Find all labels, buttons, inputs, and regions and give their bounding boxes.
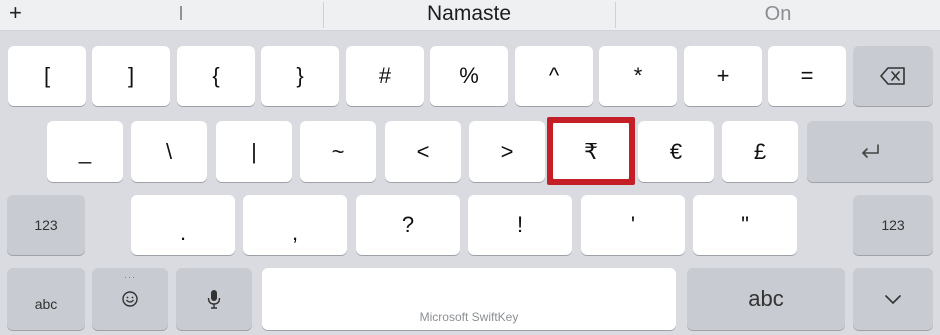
key-backslash[interactable]: \ [131,121,207,182]
microphone-key[interactable] [176,268,252,330]
key-open-brace[interactable]: { [177,46,255,106]
backspace-key[interactable] [853,46,933,106]
space-bar[interactable]: Microsoft SwiftKey [262,268,676,330]
key-period[interactable]: . [131,195,235,255]
key-hash[interactable]: # [346,46,424,106]
chevron-down-icon [884,293,902,305]
key-label: abc [34,296,58,312]
key-label: . [179,220,187,245]
space-bar-brand: Microsoft SwiftKey [419,310,519,324]
toolbar-expand-button[interactable]: + [9,1,22,25]
key-euro[interactable]: € [638,121,714,182]
key-underscore[interactable]: _ [47,121,123,182]
abc-key-left[interactable]: abc [7,268,85,330]
suggestion-bar: + I Namaste On [0,0,940,31]
key-label: £ [753,138,767,164]
key-asterisk[interactable]: * [599,46,677,106]
enter-key[interactable] [807,121,933,182]
key-label: > [500,138,514,164]
key-quote[interactable]: " [693,195,797,255]
key-comma[interactable]: , [243,195,347,255]
key-less-than[interactable]: < [385,121,461,182]
key-percent[interactable]: % [430,46,508,106]
key-close-bracket[interactable]: ] [92,46,170,106]
key-label: | [251,138,257,164]
emoji-icon [121,290,139,308]
key-tilde[interactable]: ~ [300,121,376,182]
key-close-brace[interactable]: } [261,46,339,106]
key-rupee[interactable]: ₹ [553,121,629,182]
key-pound[interactable]: £ [722,121,798,182]
key-label: \ [165,138,173,164]
suggestion-right[interactable]: On [616,0,940,30]
numbers-key-left[interactable]: 123 [7,195,85,255]
key-apostrophe[interactable]: ' [581,195,685,255]
key-greater-than[interactable]: > [469,121,545,182]
key-caret[interactable]: ^ [515,46,593,106]
hide-keyboard-key[interactable] [853,268,933,330]
key-label: € [669,138,683,164]
backspace-icon [880,67,906,85]
key-pipe[interactable]: | [216,121,292,182]
key-label: _ [78,138,92,164]
numbers-key-right[interactable]: 123 [853,195,933,255]
key-label: , [291,220,299,245]
key-label: < [416,138,430,164]
suggestion-middle[interactable]: Namaste [324,0,614,30]
enter-icon [859,143,881,161]
key-open-bracket[interactable]: [ [8,46,86,106]
suggestion-left[interactable]: I [40,0,322,30]
key-equals[interactable]: = [768,46,846,106]
emoji-more-dots: ··· [124,272,136,282]
microphone-icon [207,289,221,309]
key-label: ~ [331,138,345,164]
key-label: ₹ [584,138,598,164]
key-plus[interactable]: + [684,46,762,106]
abc-key-right[interactable]: abc [687,268,845,330]
key-question[interactable]: ? [356,195,460,255]
key-exclamation[interactable]: ! [468,195,572,255]
emoji-key[interactable]: ··· [92,268,168,330]
